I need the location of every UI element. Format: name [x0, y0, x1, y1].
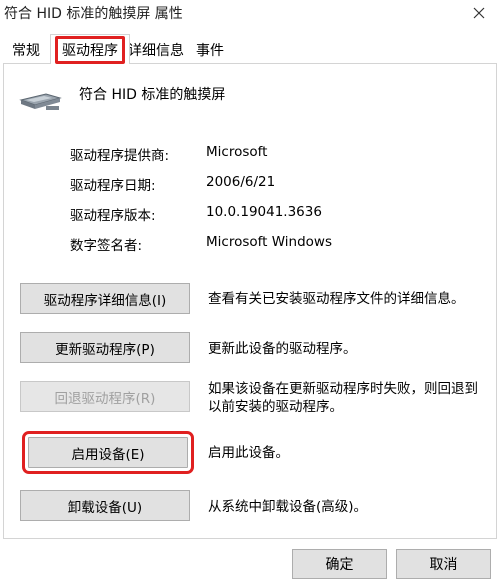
driver-date-label: 驱动程序日期:: [70, 178, 156, 194]
tab-strip: 常规 驱动程序 详细信息 事件: [0, 34, 500, 64]
button-label: 启用设备(E): [71, 446, 145, 463]
update-driver-button[interactable]: 更新驱动程序(P): [20, 332, 190, 363]
update-driver-description: 更新此设备的驱动程序。: [208, 341, 357, 357]
button-label: 驱动程序详细信息(I): [43, 292, 167, 309]
button-label: 回退驱动程序(R): [54, 390, 156, 407]
uninstall-device-description: 从系统中卸载设备(高级)。: [208, 499, 368, 515]
tab-general[interactable]: 常规: [6, 37, 46, 63]
rollback-driver-description: 如果该设备在更新驱动程序时失败，则回退到以前安装的驱动程序。: [208, 381, 478, 415]
driver-version-label: 驱动程序版本:: [70, 208, 156, 224]
button-label: 取消: [429, 557, 458, 573]
driver-details-button[interactable]: 驱动程序详细信息(I): [20, 283, 190, 314]
rollback-driver-button[interactable]: 回退驱动程序(R): [20, 381, 190, 412]
close-icon: [473, 7, 485, 19]
close-button[interactable]: [464, 0, 494, 26]
tab-label: 事件: [196, 43, 224, 59]
tab-label: 详细信息: [128, 43, 184, 59]
button-label: 卸载设备(U): [67, 499, 143, 516]
uninstall-device-button[interactable]: 卸载设备(U): [20, 490, 190, 521]
driver-provider-value: Microsoft: [206, 144, 268, 160]
driver-date-value: 2006/6/21: [206, 174, 276, 190]
tab-label: 驱动程序: [55, 35, 125, 64]
tab-driver[interactable]: 驱动程序: [50, 34, 130, 64]
tab-details[interactable]: 详细信息: [128, 37, 184, 63]
driver-provider-label: 驱动程序提供商:: [70, 148, 170, 164]
driver-details-description: 查看有关已安装驱动程序文件的详细信息。: [208, 291, 465, 307]
digital-signer-label: 数字签名者:: [70, 238, 143, 254]
digital-signer-value: Microsoft Windows: [206, 234, 332, 250]
driver-tab-panel: 符合 HID 标准的触摸屏 驱动程序提供商: Microsoft 驱动程序日期:…: [3, 63, 497, 539]
button-label: 确定: [325, 557, 354, 573]
window-title: 符合 HID 标准的触摸屏 属性: [4, 6, 183, 22]
device-name: 符合 HID 标准的触摸屏: [79, 87, 226, 103]
enable-device-description: 启用此设备。: [208, 445, 289, 461]
driver-version-value: 10.0.19041.3636: [206, 204, 322, 220]
tab-label: 常规: [12, 43, 40, 59]
title-bar: 符合 HID 标准的触摸屏 属性: [0, 0, 500, 28]
tab-events[interactable]: 事件: [190, 37, 230, 63]
button-label: 更新驱动程序(P): [55, 341, 155, 358]
touchscreen-device-icon: [19, 93, 62, 110]
enable-device-button[interactable]: 启用设备(E): [22, 431, 194, 474]
